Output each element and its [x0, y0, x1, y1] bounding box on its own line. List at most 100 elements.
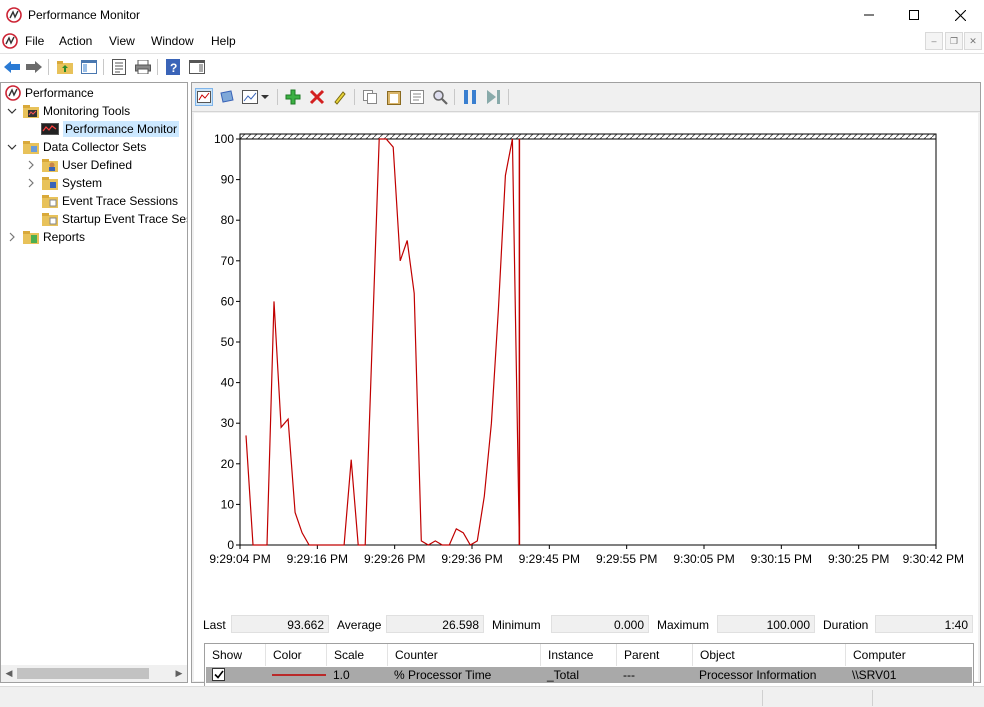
x-tick-label: 9:30:05 PM: [673, 552, 734, 566]
title-bar: Performance Monitor: [0, 0, 984, 30]
view-current-activity-button[interactable]: [195, 88, 213, 106]
statistics-bar: Last 93.662 Average 26.598 Minimum 0.000…: [194, 615, 978, 635]
freeze-display-button[interactable]: [461, 88, 479, 106]
graph-area: 0 10 20 30 40 50 60 70 80 90 100 9:29:04 PM 9:29:16 …: [194, 113, 978, 701]
line-graph-icon: [197, 91, 211, 103]
legend-header-object[interactable]: Object: [693, 644, 846, 666]
delete-x-icon: [309, 89, 325, 105]
menu-view[interactable]: View: [109, 34, 135, 48]
show-hide-action-pane-button[interactable]: [188, 58, 206, 76]
checkmark-icon: [213, 670, 224, 679]
average-label: Average: [337, 618, 382, 632]
performance-monitor-icon: [41, 123, 59, 135]
minimum-value: 0.000: [551, 615, 649, 633]
chevron-down-icon[interactable]: [7, 106, 17, 116]
tree-item-monitoring-tools[interactable]: Monitoring Tools: [7, 102, 130, 120]
minimize-icon: [864, 14, 874, 16]
x-tick-label: 9:29:16 PM: [287, 552, 348, 566]
help-button[interactable]: ?: [164, 58, 182, 76]
status-bar: [0, 686, 984, 707]
last-value: 93.662: [231, 615, 329, 633]
graph-type-dropdown[interactable]: [260, 88, 270, 106]
tree-item-event-trace-sessions[interactable]: Event Trace Sessions: [42, 192, 178, 210]
tree-item-performance[interactable]: Performance: [5, 84, 94, 102]
tree-item-data-collector-sets[interactable]: Data Collector Sets: [7, 138, 146, 156]
highlight-button[interactable]: [331, 88, 349, 106]
chevron-right-icon[interactable]: [26, 160, 36, 170]
line-chart[interactable]: 0 10 20 30 40 50 60 70 80 90 100 9:29:04 PM 9:29:16 …: [194, 113, 978, 583]
zoom-button[interactable]: [431, 88, 449, 106]
paste-icon: [387, 91, 401, 105]
tree-item-user-defined[interactable]: User Defined: [26, 156, 132, 174]
menu-help[interactable]: Help: [211, 34, 236, 48]
tree-item-startup-event-trace-sessions[interactable]: Startup Event Trace Ses: [42, 210, 187, 228]
x-tick-label: 9:29:55 PM: [596, 552, 657, 566]
back-button[interactable]: [3, 58, 21, 76]
average-value: 26.598: [386, 615, 484, 633]
mdi-close-button[interactable]: ✕: [964, 32, 982, 50]
copy-properties-button[interactable]: [361, 88, 379, 106]
tree-item-performance-monitor[interactable]: Performance Monitor: [41, 120, 180, 138]
trace-folder-icon: [42, 195, 58, 208]
delete-counter-button[interactable]: [308, 88, 326, 106]
scroll-left-icon[interactable]: ◀: [1, 665, 17, 682]
menu-window[interactable]: Window: [151, 34, 194, 48]
status-separator: [762, 690, 763, 706]
legend-header-color[interactable]: Color: [266, 644, 327, 666]
close-icon: [954, 9, 966, 21]
y-tick-label: 100: [214, 132, 234, 146]
y-tick-label: 40: [221, 376, 235, 390]
paste-counter-list-button[interactable]: [385, 88, 403, 106]
console-tree-icon: [81, 60, 97, 74]
show-checkbox[interactable]: [212, 668, 225, 681]
y-tick-label: 0: [227, 538, 234, 552]
chevron-right-icon[interactable]: [7, 232, 17, 242]
scroll-right-icon[interactable]: ▶: [171, 665, 187, 682]
legend-row[interactable]: 1.0 % Processor Time _Total --- Processo…: [206, 667, 972, 683]
legend-instance: _Total: [547, 668, 580, 682]
close-icon: ✕: [969, 35, 977, 46]
y-tick-label: 70: [221, 254, 235, 268]
up-folder-button[interactable]: [56, 58, 74, 76]
legend-header-show[interactable]: Show: [205, 644, 266, 666]
svg-text:?: ?: [170, 61, 177, 75]
mdi-minimize-button[interactable]: –: [925, 32, 943, 50]
legend-header-scale[interactable]: Scale: [327, 644, 388, 666]
menu-action[interactable]: Action: [59, 34, 92, 48]
forward-button[interactable]: [25, 58, 43, 76]
view-log-data-button[interactable]: [218, 88, 236, 106]
tree-item-system[interactable]: System: [26, 174, 102, 192]
reports-folder-icon: [23, 231, 39, 244]
change-graph-type-button[interactable]: [241, 88, 259, 106]
minimize-button[interactable]: [846, 0, 892, 30]
properties-button[interactable]: [110, 58, 128, 76]
show-hide-console-tree-button[interactable]: [80, 58, 98, 76]
close-button[interactable]: [937, 0, 983, 30]
legend-header-parent[interactable]: Parent: [617, 644, 693, 666]
menu-file[interactable]: File: [25, 34, 44, 48]
y-tick-label: 60: [221, 294, 235, 308]
trace-folder-icon: [42, 213, 58, 226]
tree-horizontal-scrollbar[interactable]: ◀ ▶: [1, 665, 187, 682]
graph-toolbar: [192, 83, 980, 112]
mdi-restore-button[interactable]: ❐: [945, 32, 963, 50]
last-label: Last: [203, 618, 226, 632]
update-data-button[interactable]: [484, 88, 502, 106]
main-toolbar: ?: [0, 53, 984, 79]
maximize-button[interactable]: [891, 0, 937, 30]
add-counter-button[interactable]: [284, 88, 302, 106]
series-color-swatch: [272, 674, 326, 676]
legend-header-instance[interactable]: Instance: [541, 644, 617, 666]
scroll-thumb[interactable]: [17, 668, 149, 679]
mdi-child-icon[interactable]: [2, 33, 18, 49]
legend-header-counter[interactable]: Counter: [388, 644, 541, 666]
x-tick-label: 9:29:45 PM: [519, 552, 580, 566]
chevron-right-icon[interactable]: [26, 178, 36, 188]
tree-item-reports[interactable]: Reports: [7, 228, 85, 246]
properties-icon: [112, 59, 126, 75]
legend-header-computer[interactable]: Computer: [846, 644, 973, 666]
print-button[interactable]: [134, 58, 152, 76]
properties-button[interactable]: [408, 88, 426, 106]
chevron-down-icon[interactable]: [7, 142, 17, 152]
action-pane-icon: [189, 60, 205, 74]
